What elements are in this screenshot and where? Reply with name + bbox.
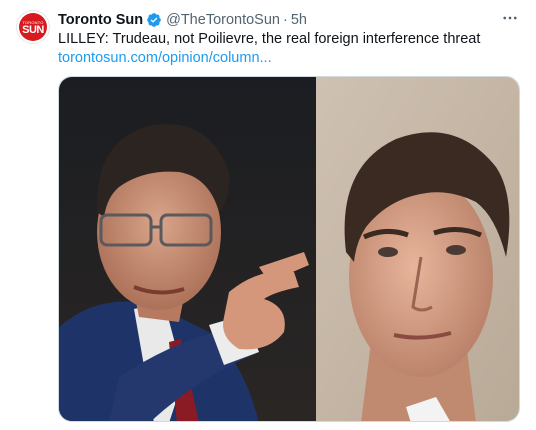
article-link[interactable]: torontosun.com/opinion/column... xyxy=(58,49,518,68)
tweet-card[interactable]: TORONTO SUN Toronto Sun @TheTorontoSun ·… xyxy=(0,0,536,430)
avatar-text: SUN xyxy=(22,23,44,36)
timestamp[interactable]: 5h xyxy=(291,12,307,28)
tweet-header: Toronto Sun @TheTorontoSun · 5h xyxy=(58,10,520,30)
tweet-media[interactable] xyxy=(58,76,520,422)
verified-badge-icon xyxy=(146,12,162,28)
more-icon[interactable] xyxy=(500,8,520,28)
account-handle[interactable]: @TheTorontoSun xyxy=(166,12,280,28)
toronto-sun-logo: TORONTO SUN xyxy=(19,13,47,41)
tweet-text: LILLEY: Trudeau, not Poilievre, the real… xyxy=(58,31,481,47)
avatar[interactable]: TORONTO SUN xyxy=(16,10,50,44)
tweet-text-block: LILLEY: Trudeau, not Poilievre, the real… xyxy=(58,30,518,68)
separator-dot: · xyxy=(282,12,288,28)
account-name[interactable]: Toronto Sun xyxy=(58,12,143,28)
photo-poilievre xyxy=(59,77,316,421)
photo-trudeau xyxy=(316,77,519,421)
